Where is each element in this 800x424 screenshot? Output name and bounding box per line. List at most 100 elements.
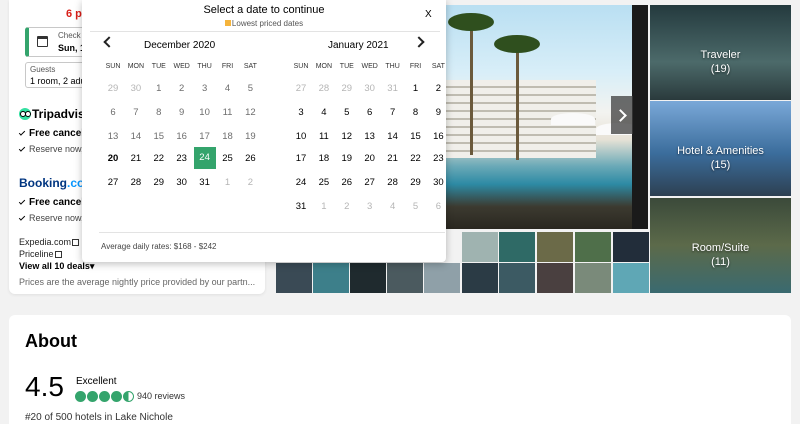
calendar-day[interactable]: 10: [290, 131, 312, 142]
calendar-day[interactable]: 29: [336, 83, 358, 94]
calendar-day[interactable]: 3: [359, 201, 381, 212]
calendar-day[interactable]: 30: [171, 177, 193, 188]
calendar-day[interactable]: 27: [290, 83, 312, 94]
calendar-day[interactable]: 11: [313, 131, 335, 142]
calendar-day[interactable]: 17: [290, 153, 312, 164]
calendar-day[interactable]: 31: [194, 177, 216, 188]
calendar-day[interactable]: 30: [359, 83, 381, 94]
photo-thumbnail[interactable]: [613, 263, 649, 293]
calendar-day[interactable]: 18: [313, 153, 335, 164]
calendar-day[interactable]: 29: [405, 177, 427, 188]
calendar-day[interactable]: 6: [102, 107, 124, 118]
next-month-icon[interactable]: [413, 36, 425, 48]
calendar-day[interactable]: 27: [359, 177, 381, 188]
calendar-day[interactable]: 8: [148, 107, 170, 118]
calendar-day[interactable]: 23: [427, 153, 449, 164]
calendar-day[interactable]: 22: [148, 153, 170, 164]
calendar-day[interactable]: 30: [125, 83, 147, 94]
calendar-day[interactable]: 23: [171, 153, 193, 164]
calendar-day[interactable]: 26: [239, 153, 261, 164]
calendar-day[interactable]: 14: [125, 131, 147, 142]
photo-thumbnail[interactable]: [424, 263, 460, 293]
calendar-day[interactable]: 29: [102, 83, 124, 94]
calendar-day[interactable]: 13: [102, 131, 124, 142]
calendar-day[interactable]: 1: [217, 177, 239, 188]
calendar-day[interactable]: 5: [239, 83, 261, 94]
calendar-day[interactable]: 2: [336, 201, 358, 212]
calendar-day[interactable]: 4: [313, 107, 335, 118]
calendar-day[interactable]: 10: [194, 107, 216, 118]
photo-thumbnail[interactable]: [462, 263, 498, 293]
calendar-day[interactable]: 12: [239, 107, 261, 118]
calendar-day[interactable]: 20: [102, 153, 124, 164]
photo-thumbnail[interactable]: [575, 263, 611, 293]
calendar-day[interactable]: 28: [125, 177, 147, 188]
calendar-day[interactable]: 29: [148, 177, 170, 188]
calendar-day[interactable]: 22: [405, 153, 427, 164]
calendar-day[interactable]: 18: [217, 131, 239, 142]
calendar-day[interactable]: 11: [217, 107, 239, 118]
calendar-day[interactable]: 30: [427, 177, 449, 188]
calendar-day[interactable]: 9: [171, 107, 193, 118]
calendar-day[interactable]: 14: [382, 131, 404, 142]
photo-thumbnail[interactable]: [350, 263, 386, 293]
calendar-day[interactable]: 1: [313, 201, 335, 212]
calendar-day[interactable]: 3: [194, 83, 216, 94]
calendar-day[interactable]: 19: [239, 131, 261, 142]
calendar-day[interactable]: 27: [102, 177, 124, 188]
calendar-day[interactable]: 5: [336, 107, 358, 118]
close-button[interactable]: X: [425, 9, 432, 20]
previous-month-icon[interactable]: [103, 36, 115, 48]
photo-thumbnail[interactable]: [613, 232, 649, 262]
calendar-day[interactable]: 19: [336, 153, 358, 164]
calendar-day[interactable]: 2: [171, 83, 193, 94]
calendar-day[interactable]: 16: [427, 131, 449, 142]
calendar-day[interactable]: 2: [427, 83, 449, 94]
calendar-day[interactable]: 7: [382, 107, 404, 118]
calendar-day[interactable]: 4: [382, 201, 404, 212]
photo-thumbnail[interactable]: [276, 263, 312, 293]
calendar-day[interactable]: 3: [290, 107, 312, 118]
calendar-day[interactable]: 2: [239, 177, 261, 188]
calendar-day[interactable]: 6: [359, 107, 381, 118]
calendar-day[interactable]: 8: [405, 107, 427, 118]
calendar-day[interactable]: 31: [290, 201, 312, 212]
calendar-day[interactable]: 6: [427, 201, 449, 212]
photo-thumbnail[interactable]: [537, 263, 573, 293]
calendar-day[interactable]: 21: [125, 153, 147, 164]
expedia-link[interactable]: Expedia.com: [19, 237, 80, 247]
photo-thumbnail[interactable]: [499, 263, 535, 293]
calendar-day[interactable]: 24: [290, 177, 312, 188]
calendar-day[interactable]: 31: [382, 83, 404, 94]
calendar-day[interactable]: 25: [313, 177, 335, 188]
photo-thumbnail[interactable]: [499, 232, 535, 262]
calendar-day[interactable]: 1: [148, 83, 170, 94]
photo-thumbnail[interactable]: [575, 232, 611, 262]
photo-thumbnail[interactable]: [462, 232, 498, 262]
reviews-link[interactable]: 940 reviews: [137, 391, 185, 401]
calendar-day[interactable]: 9: [427, 107, 449, 118]
photo-category-room-suite[interactable]: Room/Suite (11): [650, 198, 791, 293]
photo-thumbnail[interactable]: [387, 263, 423, 293]
calendar-day[interactable]: 15: [405, 131, 427, 142]
photo-category-hotel-amenities[interactable]: Hotel & Amenities (15): [650, 101, 791, 196]
calendar-day[interactable]: 26: [336, 177, 358, 188]
view-all-deals-link[interactable]: View all 10 deals▾: [19, 261, 94, 272]
calendar-day[interactable]: 28: [313, 83, 335, 94]
calendar-day[interactable]: 16: [171, 131, 193, 142]
calendar-day[interactable]: 17: [194, 131, 216, 142]
priceline-link[interactable]: Priceline: [19, 249, 62, 259]
calendar-day[interactable]: 5: [405, 201, 427, 212]
photo-thumbnail[interactable]: [537, 232, 573, 262]
photo-thumbnail[interactable]: [313, 263, 349, 293]
calendar-day[interactable]: 4: [217, 83, 239, 94]
calendar-day-selected[interactable]: 24: [193, 147, 216, 169]
calendar-day[interactable]: 25: [217, 153, 239, 164]
photo-category-traveler[interactable]: Traveler (19): [650, 5, 791, 100]
calendar-day[interactable]: 1: [405, 83, 427, 94]
calendar-day[interactable]: 20: [359, 153, 381, 164]
next-photo-button[interactable]: [611, 96, 633, 134]
calendar-day[interactable]: 21: [382, 153, 404, 164]
calendar-day[interactable]: 13: [359, 131, 381, 142]
calendar-day[interactable]: 12: [336, 131, 358, 142]
